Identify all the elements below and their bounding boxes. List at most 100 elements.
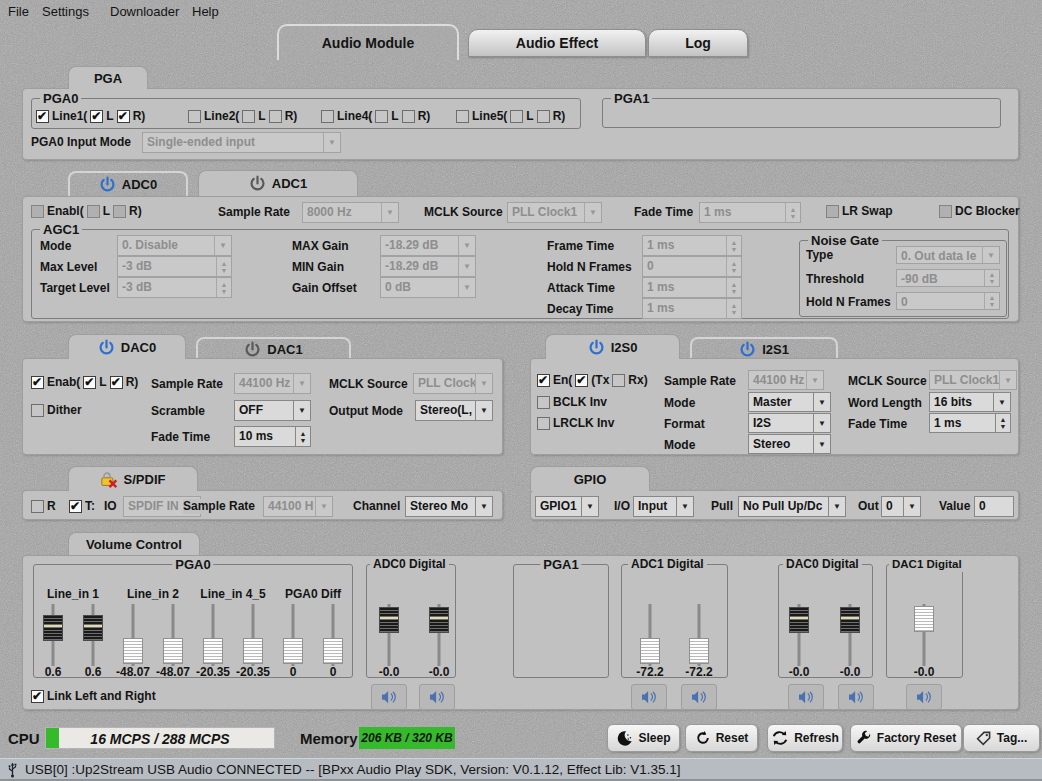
dac-fade-spinner[interactable]: 10 ms▲▼: [234, 426, 311, 447]
line4-r-checkbox[interactable]: [402, 110, 415, 123]
adc-enable-checkbox[interactable]: [31, 205, 44, 218]
tab-volume-control[interactable]: Volume Control: [68, 532, 200, 555]
volume-slider[interactable]: [273, 604, 313, 666]
tab-i2s0[interactable]: I2S0: [545, 334, 680, 359]
spdif-sample-rate-select[interactable]: 44100 H▼: [263, 496, 333, 517]
spinner-arrows[interactable]: ▲▼: [984, 293, 999, 309]
volume-slider[interactable]: [233, 604, 273, 666]
volume-slider[interactable]: [779, 604, 819, 666]
tab-audio-effect[interactable]: Audio Effect: [468, 29, 646, 57]
i2s-sample-rate-select[interactable]: 44100 Hz▼: [748, 370, 824, 390]
i2s-mode2-select[interactable]: Stereo▼: [748, 434, 831, 454]
spinner-arrows[interactable]: ▲▼: [984, 270, 999, 286]
gpio-pin-select[interactable]: GPIO1▼: [535, 496, 599, 517]
tab-log[interactable]: Log: [648, 29, 748, 57]
i2s-fade-spinner[interactable]: 1 ms▲▼: [929, 413, 1011, 433]
refresh-button[interactable]: Refresh: [767, 724, 843, 752]
agc-target-level-spinner[interactable]: -3 dB▲▼: [117, 277, 232, 298]
mute-button[interactable]: [838, 684, 874, 710]
volume-slider[interactable]: [419, 604, 459, 666]
tag-button[interactable]: Tag...: [963, 724, 1040, 752]
spinner-arrows[interactable]: ▲▼: [216, 257, 231, 276]
volume-slider[interactable]: [630, 604, 670, 666]
line4-checkbox[interactable]: [321, 110, 334, 123]
mute-button[interactable]: [681, 684, 717, 710]
volume-slider[interactable]: [904, 604, 944, 666]
line1-checkbox[interactable]: [36, 110, 49, 123]
menu-downloader[interactable]: Downloader: [110, 4, 179, 19]
mute-button[interactable]: [788, 684, 824, 710]
adc-fade-spinner[interactable]: 1 ms▲▼: [699, 202, 801, 223]
menu-file[interactable]: File: [8, 4, 29, 19]
agc-mode-select[interactable]: 0. Disable▼: [117, 235, 232, 256]
i2s-format-select[interactable]: I2S▼: [748, 413, 831, 433]
tab-dac1[interactable]: DAC1: [196, 337, 351, 359]
line5-r-checkbox[interactable]: [537, 110, 550, 123]
dac-sample-rate-select[interactable]: 44100 Hz▼: [234, 373, 311, 394]
volume-slider[interactable]: [193, 604, 233, 666]
adc-l-checkbox[interactable]: [87, 205, 100, 218]
spinner-arrows[interactable]: ▲▼: [216, 278, 231, 297]
adc-mclk-select[interactable]: PLL Clock1▼: [507, 202, 602, 223]
volume-slider[interactable]: [830, 604, 870, 666]
agc-decay-spinner[interactable]: 1 ms▲▼: [642, 298, 742, 319]
gpio-io-select[interactable]: Input▼: [633, 496, 694, 517]
spinner-arrows[interactable]: ▲▼: [726, 236, 741, 255]
gpio-pull-select[interactable]: No Pull Up/Dc▼: [738, 496, 846, 517]
tab-spdif[interactable]: S/PDIF: [68, 466, 198, 491]
volume-slider[interactable]: [153, 604, 193, 666]
spdif-r-checkbox[interactable]: [31, 500, 44, 513]
line2-checkbox[interactable]: [188, 110, 201, 123]
line5-l-checkbox[interactable]: [510, 110, 523, 123]
line1-l-checkbox[interactable]: [90, 110, 103, 123]
adc-r-checkbox[interactable]: [113, 205, 126, 218]
spinner-arrows[interactable]: ▲▼: [726, 257, 741, 276]
menu-settings[interactable]: Settings: [42, 4, 89, 19]
tab-audio-module[interactable]: Audio Module: [277, 24, 459, 60]
reset-button[interactable]: Reset: [685, 724, 758, 752]
spdif-t-checkbox[interactable]: [69, 500, 82, 513]
lrclk-inv-checkbox[interactable]: [537, 417, 550, 430]
dac-output-mode-select[interactable]: Stereo(L,▼: [415, 400, 493, 421]
line2-r-checkbox[interactable]: [269, 110, 282, 123]
i2s-mclk-select[interactable]: PLL Clock1▼: [929, 370, 1017, 390]
agc-min-gain-select[interactable]: -18.29 dB▼: [380, 256, 476, 277]
mute-button[interactable]: [419, 684, 455, 710]
agc-frame-time-spinner[interactable]: 1 ms▲▼: [642, 235, 742, 256]
dither-checkbox[interactable]: [31, 404, 44, 417]
volume-slider[interactable]: [33, 604, 73, 666]
volume-slider[interactable]: [113, 604, 153, 666]
spinner-arrows[interactable]: ▲▼: [785, 203, 800, 222]
agc-gain-offset-select[interactable]: 0 dB▼: [380, 277, 476, 298]
dac-enable-checkbox[interactable]: [31, 376, 44, 389]
line2-l-checkbox[interactable]: [242, 110, 255, 123]
sleep-button[interactable]: Sleep: [607, 724, 680, 752]
spinner-arrows[interactable]: ▲▼: [995, 414, 1010, 432]
agc-max-level-spinner[interactable]: -3 dB▲▼: [117, 256, 232, 277]
i2s-mode-select[interactable]: Master▼: [748, 392, 831, 412]
gpio-out-select[interactable]: 0▼: [881, 496, 921, 517]
i2s-tx-checkbox[interactable]: [575, 374, 588, 387]
tab-pga[interactable]: PGA: [68, 66, 148, 89]
agc-hold-frames-spinner[interactable]: 0▲▼: [642, 256, 742, 277]
tab-adc0[interactable]: ADC0: [68, 171, 188, 196]
tab-gpio[interactable]: GPIO: [530, 466, 650, 491]
volume-slider[interactable]: [679, 604, 719, 666]
volume-slider[interactable]: [73, 604, 113, 666]
lr-swap-checkbox[interactable]: [826, 205, 839, 218]
dc-blocker-checkbox[interactable]: [939, 205, 952, 218]
i2s-word-select[interactable]: 16 bits▼: [929, 392, 1011, 412]
dac-mclk-select[interactable]: PLL Clock▼: [413, 373, 493, 394]
i2s-rx-checkbox[interactable]: [612, 374, 625, 387]
mute-button[interactable]: [631, 684, 667, 710]
bclk-inv-checkbox[interactable]: [537, 396, 550, 409]
mute-button[interactable]: [371, 684, 407, 710]
link-lr-checkbox[interactable]: [31, 690, 44, 703]
pga0-input-mode-select[interactable]: Single-ended input▼: [142, 132, 341, 153]
factory-reset-button[interactable]: Factory Reset: [850, 724, 962, 752]
noise-gate-hold-spinner[interactable]: 0▲▼: [896, 292, 1000, 310]
menu-help[interactable]: Help: [192, 4, 219, 19]
line4-l-checkbox[interactable]: [375, 110, 388, 123]
tab-i2s1[interactable]: I2S1: [690, 337, 838, 359]
line5-checkbox[interactable]: [456, 110, 469, 123]
